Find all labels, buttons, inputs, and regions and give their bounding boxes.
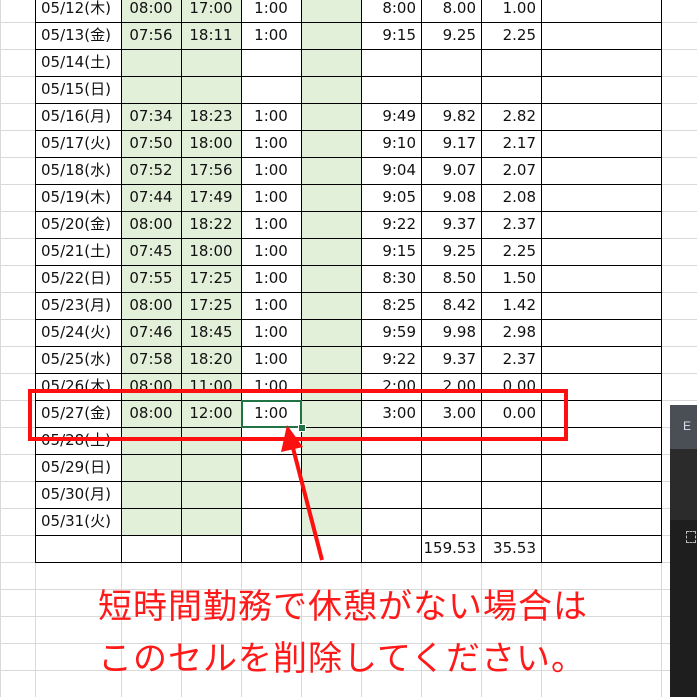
side-panel-body — [670, 520, 697, 697]
annotation-text: 短時間勤務で休憩がない場合は このセルを削除してください。 — [98, 581, 658, 685]
side-panel-label: E — [683, 419, 692, 433]
annotation-line-1: 短時間勤務で休憩がない場合は — [98, 587, 588, 627]
dashed-box-icon[interactable] — [686, 531, 696, 543]
side-panel-header[interactable]: E — [670, 405, 697, 449]
annotation-line-2: このセルを削除してください。 — [98, 639, 586, 679]
side-panel[interactable]: E — [670, 405, 697, 697]
